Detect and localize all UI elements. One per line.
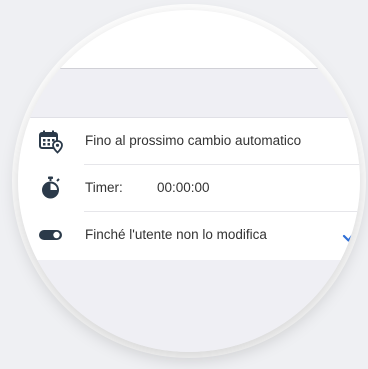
footer-area — [18, 260, 360, 352]
toggle-icon — [38, 222, 64, 248]
timer-value[interactable]: 00:00:00 — [157, 180, 210, 195]
option-until-next-change[interactable]: Fino al prossimo cambio automatico — [18, 118, 360, 165]
option-label: Fino al prossimo cambio automatico — [85, 133, 302, 148]
option-list: Fino al prossimo cambio automatico Timer… — [18, 117, 360, 261]
option-label: Timer: — [85, 180, 123, 195]
stopwatch-icon — [38, 175, 64, 201]
option-timer[interactable]: Timer: 00:00:00 — [18, 165, 360, 212]
option-until-user-changes[interactable]: Finché l'utente non lo modifica — [18, 212, 360, 259]
option-label: Finché l'utente non lo modifica — [85, 227, 267, 242]
header-area — [18, 10, 360, 68]
section-spacer — [18, 69, 360, 117]
magnifier-lens: Fino al prossimo cambio automatico Timer… — [18, 10, 360, 352]
screen: Fino al prossimo cambio automatico Timer… — [0, 0, 368, 369]
calendar-location-icon — [38, 128, 64, 154]
checkmark-icon — [342, 222, 360, 248]
